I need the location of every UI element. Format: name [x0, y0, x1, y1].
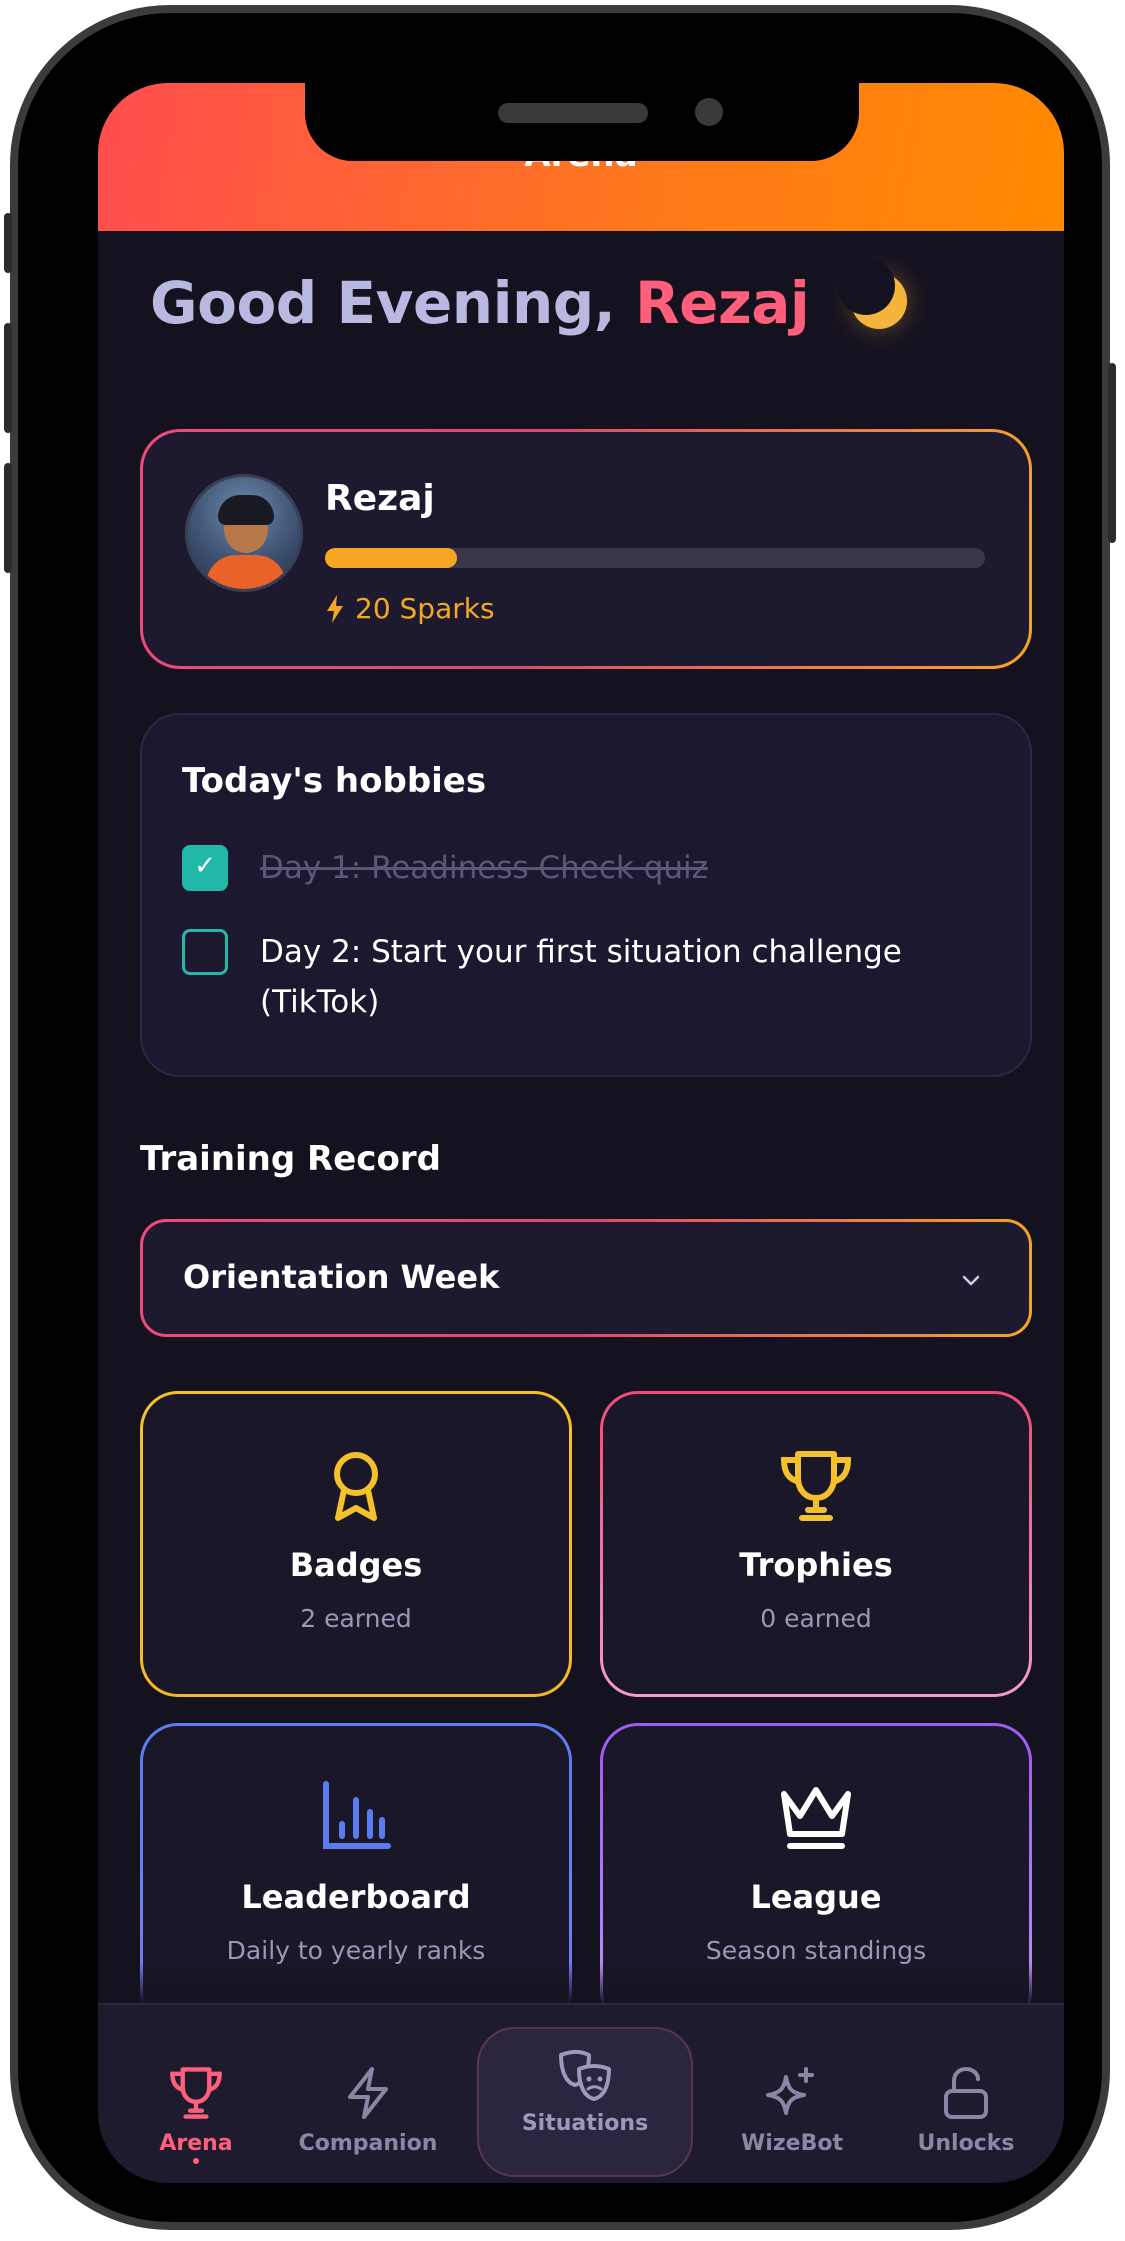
- hobbies-title: Today's hobbies: [182, 761, 487, 801]
- crown-icon: [781, 1787, 851, 1849]
- tab-label: WizeBot: [741, 2131, 843, 2156]
- sparks-label: 20 Sparks: [355, 592, 495, 625]
- greeting-name: Rezaj: [635, 269, 810, 337]
- profile-name: Rezaj: [325, 478, 435, 519]
- tab-label: Companion: [298, 2131, 438, 2156]
- tile-title: Trophies: [739, 1546, 893, 1584]
- avatar[interactable]: [185, 474, 303, 592]
- training-record-label: Training Record: [140, 1139, 441, 1179]
- task-checkbox-unchecked[interactable]: [182, 929, 228, 975]
- trophy-icon: [780, 1451, 852, 1521]
- tile-title: League: [750, 1878, 882, 1916]
- lightning-icon: [348, 2067, 388, 2119]
- task-item[interactable]: Day 2: Start your first situation challe…: [182, 929, 940, 1027]
- trophy-icon: [170, 2067, 222, 2119]
- tile-title: Badges: [289, 1546, 423, 1584]
- masks-icon: [559, 2050, 611, 2101]
- training-period-select[interactable]: Orientation Week: [140, 1219, 1032, 1337]
- greeting: Good Evening, Rezaj: [150, 257, 907, 337]
- power-button: [1108, 363, 1116, 543]
- unlock-icon: [944, 2066, 988, 2119]
- task-item[interactable]: Day 1: Readiness Check quiz: [182, 845, 940, 893]
- tab-label: Situations: [521, 2111, 649, 2136]
- task-label: Day 2: Start your first situation challe…: [260, 934, 902, 1020]
- volume-down-button: [4, 463, 12, 573]
- volume-up-button: [4, 323, 12, 433]
- tab-situations[interactable]: Situations: [477, 2027, 693, 2177]
- bar-chart-icon: [323, 1781, 391, 1849]
- sparks-progress-fill: [325, 548, 457, 568]
- sparks-progress-bar: [325, 548, 985, 568]
- lightning-icon: [327, 595, 343, 623]
- sparkle-icon: [766, 2067, 814, 2115]
- front-camera: [695, 98, 723, 126]
- task-label: Day 1: Readiness Check quiz: [260, 850, 708, 886]
- tile-subtitle: Daily to yearly ranks: [226, 1936, 486, 1965]
- tile-subtitle: 0 earned: [760, 1604, 872, 1633]
- moon-icon: [836, 257, 907, 329]
- speaker: [498, 103, 648, 123]
- profile-card[interactable]: Rezaj 20 Sparks: [140, 429, 1032, 669]
- tab-companion[interactable]: Companion: [288, 2065, 448, 2156]
- bottom-tab-bar: Arena Companion Situations WizeBot Unloc…: [98, 2003, 1064, 2183]
- sparks-count: 20 Sparks: [325, 592, 495, 625]
- notch: [305, 83, 859, 161]
- tile-title: Leaderboard: [241, 1878, 471, 1916]
- greeting-prefix: Good Evening,: [150, 269, 616, 337]
- trophies-tile[interactable]: Trophies 0 earned: [600, 1391, 1032, 1697]
- tab-arena[interactable]: Arena: [116, 2065, 276, 2164]
- badges-tile[interactable]: Badges 2 earned: [140, 1391, 572, 1697]
- selected-period: Orientation Week: [183, 1258, 500, 1296]
- app-screen: Arena Good Evening, Rezaj Rezaj 20 Spark…: [98, 83, 1064, 2183]
- tab-label: Arena: [159, 2131, 233, 2156]
- tab-unlocks[interactable]: Unlocks: [886, 2065, 1046, 2156]
- tile-subtitle: 2 earned: [300, 1604, 412, 1633]
- phone-frame: Arena Good Evening, Rezaj Rezaj 20 Spark…: [4, 5, 1116, 2230]
- side-button: [4, 213, 12, 273]
- tile-subtitle: Season standings: [705, 1936, 927, 1965]
- task-checkbox-checked[interactable]: [182, 845, 228, 891]
- tab-wizebot[interactable]: WizeBot: [712, 2065, 872, 2156]
- ribbon-icon: [334, 1452, 378, 1521]
- active-indicator: [193, 2158, 199, 2164]
- chevron-down-icon: [962, 1275, 980, 1286]
- hobbies-card: Today's hobbies Day 1: Readiness Check q…: [140, 713, 1032, 1077]
- scroll-fade: [98, 1963, 1064, 2005]
- tab-label: Unlocks: [917, 2131, 1015, 2156]
